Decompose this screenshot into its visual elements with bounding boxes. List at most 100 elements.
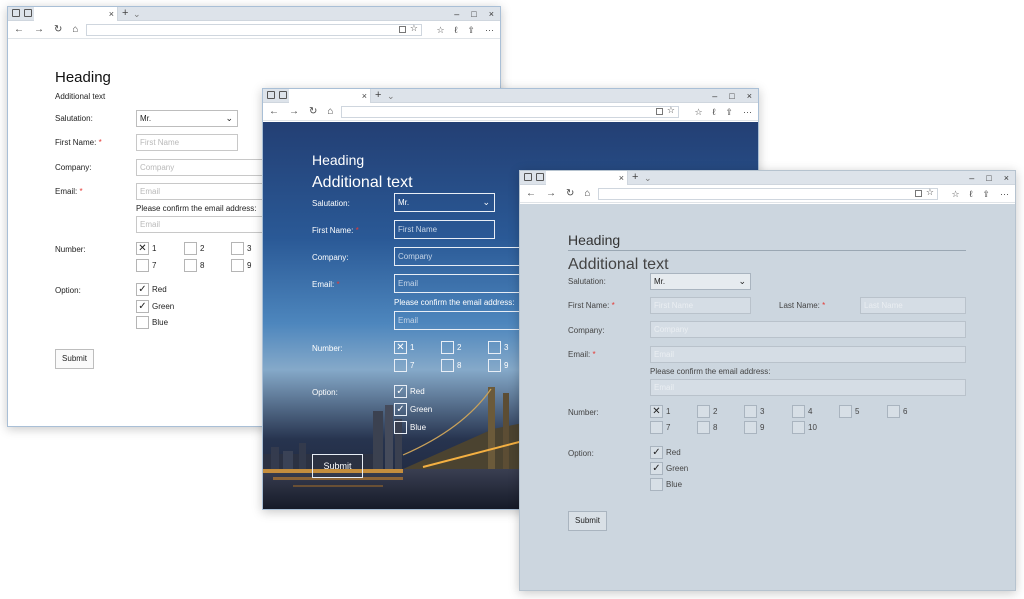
tab-list-icon[interactable]: ⌄ <box>644 171 652 185</box>
option-checkbox-red[interactable]: ✓ <box>136 283 149 296</box>
email-input[interactable]: Email <box>650 346 966 363</box>
option-checkbox-blue[interactable] <box>650 478 663 491</box>
tab-list-icon[interactable]: ⌄ <box>133 7 141 21</box>
option-checkbox-blue[interactable] <box>136 316 149 329</box>
number-checkbox-8[interactable] <box>697 421 710 434</box>
tab-preview-icon[interactable] <box>12 9 20 17</box>
salutation-select[interactable]: Mr. ⌄ <box>136 110 238 127</box>
number-checkbox-7[interactable] <box>136 259 149 272</box>
tab-preview-icon[interactable] <box>524 173 532 181</box>
number-checkbox-1[interactable]: ✕ <box>394 341 407 354</box>
back-icon[interactable]: ← <box>14 21 24 39</box>
option-checkbox-green[interactable]: ✓ <box>650 462 663 475</box>
new-tab-icon[interactable]: + <box>375 89 381 102</box>
first-name-input[interactable]: First Name <box>394 220 495 239</box>
number-checkbox-9[interactable] <box>231 259 244 272</box>
number-checkbox-3[interactable] <box>231 242 244 255</box>
maximize-icon[interactable]: □ <box>986 171 991 185</box>
refresh-icon[interactable]: ↻ <box>566 185 574 203</box>
home-icon[interactable]: ⌂ <box>584 185 590 203</box>
browser-tab[interactable]: × <box>546 171 628 185</box>
url-input[interactable]: ☆ <box>341 105 679 118</box>
more-icon[interactable]: ··· <box>743 103 752 121</box>
submit-button[interactable]: Submit <box>312 454 363 478</box>
salutation-select[interactable]: Mr. ⌄ <box>650 273 751 290</box>
option-checkbox-blue[interactable] <box>394 421 407 434</box>
close-window-icon[interactable]: × <box>747 89 752 103</box>
set-aside-tabs-icon[interactable] <box>24 9 32 17</box>
favorites-hub-icon[interactable]: ☆ <box>951 185 959 203</box>
number-checkbox-2[interactable] <box>441 341 454 354</box>
number-checkbox-2[interactable] <box>184 242 197 255</box>
set-aside-tabs-icon[interactable] <box>536 173 544 181</box>
number-checkbox-6[interactable] <box>887 405 900 418</box>
tab-close-icon[interactable]: × <box>109 7 114 21</box>
favorite-star-icon[interactable]: ☆ <box>667 105 675 116</box>
confirm-email-input[interactable]: Email <box>136 216 276 233</box>
url-input[interactable]: ☆ <box>598 187 938 200</box>
close-window-icon[interactable]: × <box>489 7 494 21</box>
option-checkbox-red[interactable]: ✓ <box>394 385 407 398</box>
set-aside-tabs-icon[interactable] <box>279 91 287 99</box>
salutation-select[interactable]: Mr. ⌄ <box>394 193 495 212</box>
company-input[interactable]: Company <box>650 321 966 338</box>
browser-tab[interactable]: × <box>34 7 118 21</box>
notes-icon[interactable]: ℓ <box>713 103 716 121</box>
tab-close-icon[interactable]: × <box>362 89 367 103</box>
submit-button[interactable]: Submit <box>568 511 607 531</box>
last-name-input[interactable]: Last Name <box>860 297 966 314</box>
home-icon[interactable]: ⌂ <box>327 103 333 121</box>
number-checkbox-2[interactable] <box>697 405 710 418</box>
tab-list-icon[interactable]: ⌄ <box>387 89 395 103</box>
new-tab-icon[interactable]: + <box>122 7 128 20</box>
number-checkbox-8[interactable] <box>441 359 454 372</box>
reading-view-icon[interactable] <box>399 26 406 33</box>
company-input[interactable]: Company <box>394 247 534 266</box>
number-checkbox-3[interactable] <box>488 341 501 354</box>
notes-icon[interactable]: ℓ <box>455 21 458 39</box>
refresh-icon[interactable]: ↻ <box>309 103 317 121</box>
home-icon[interactable]: ⌂ <box>72 21 78 39</box>
number-checkbox-8[interactable] <box>184 259 197 272</box>
confirm-email-input[interactable]: Email <box>650 379 966 396</box>
url-input[interactable]: ☆ <box>86 23 422 36</box>
reading-view-icon[interactable] <box>915 190 922 197</box>
maximize-icon[interactable]: □ <box>471 7 476 21</box>
tab-close-icon[interactable]: × <box>619 171 624 185</box>
forward-icon[interactable]: → <box>546 185 556 203</box>
tab-preview-icon[interactable] <box>267 91 275 99</box>
number-checkbox-10[interactable] <box>792 421 805 434</box>
refresh-icon[interactable]: ↻ <box>54 21 62 39</box>
minimize-icon[interactable]: – <box>712 89 717 103</box>
number-checkbox-1[interactable]: ✕ <box>650 405 663 418</box>
company-input[interactable]: Company <box>136 159 276 176</box>
back-icon[interactable]: ← <box>269 103 279 121</box>
favorite-star-icon[interactable]: ☆ <box>410 23 418 34</box>
email-input[interactable]: Email <box>394 274 534 293</box>
share-icon[interactable]: ⇪ <box>467 21 475 39</box>
minimize-icon[interactable]: – <box>969 171 974 185</box>
confirm-email-input[interactable]: Email <box>394 311 534 330</box>
more-icon[interactable]: ··· <box>485 21 494 39</box>
share-icon[interactable]: ⇪ <box>725 103 733 121</box>
favorites-hub-icon[interactable]: ☆ <box>436 21 444 39</box>
favorite-star-icon[interactable]: ☆ <box>926 187 934 198</box>
favorites-hub-icon[interactable]: ☆ <box>694 103 702 121</box>
forward-icon[interactable]: → <box>289 103 299 121</box>
number-checkbox-9[interactable] <box>744 421 757 434</box>
number-checkbox-9[interactable] <box>488 359 501 372</box>
forward-icon[interactable]: → <box>34 21 44 39</box>
minimize-icon[interactable]: – <box>454 7 459 21</box>
option-checkbox-red[interactable]: ✓ <box>650 446 663 459</box>
new-tab-icon[interactable]: + <box>632 171 638 184</box>
number-checkbox-7[interactable] <box>394 359 407 372</box>
email-input[interactable]: Email <box>136 183 276 200</box>
back-icon[interactable]: ← <box>526 185 536 203</box>
browser-tab[interactable]: × <box>289 89 371 103</box>
number-checkbox-1[interactable]: ✕ <box>136 242 149 255</box>
close-window-icon[interactable]: × <box>1004 171 1009 185</box>
share-icon[interactable]: ⇪ <box>982 185 990 203</box>
option-checkbox-green[interactable]: ✓ <box>136 300 149 313</box>
more-icon[interactable]: ··· <box>1000 185 1009 203</box>
reading-view-icon[interactable] <box>656 108 663 115</box>
